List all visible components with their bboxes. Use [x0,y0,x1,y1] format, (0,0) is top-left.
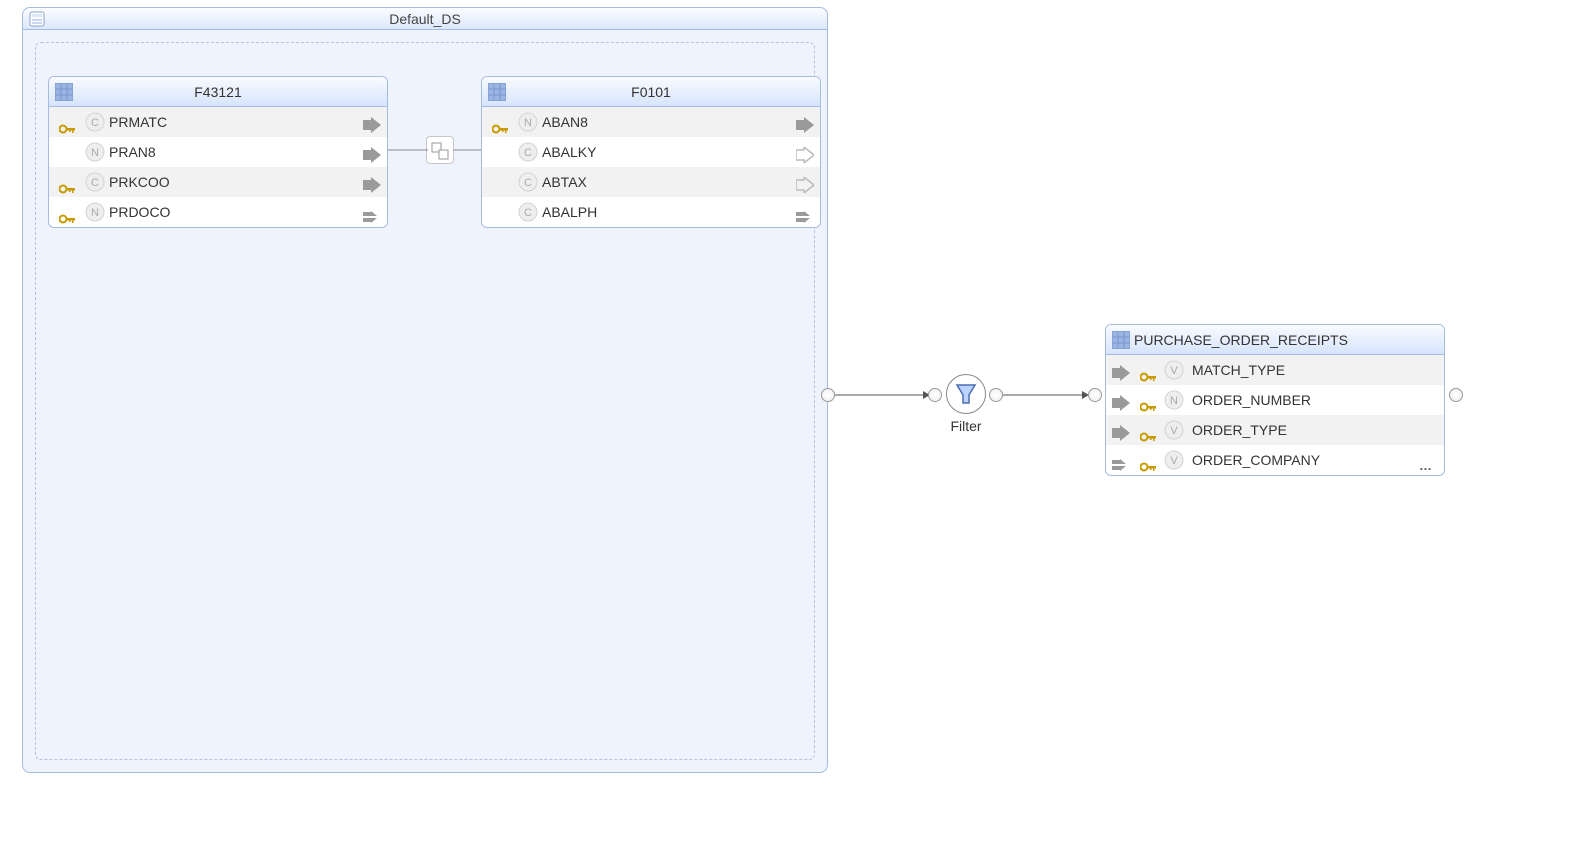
table-title: F0101 [631,84,671,100]
dataset-title: Default_DS [389,11,461,27]
table-header[interactable]: F43121 [49,77,387,107]
column-row[interactable]: N ABAN8 [482,107,820,137]
column-name: ORDER_TYPE [1192,415,1287,445]
dataset-output-port[interactable] [821,388,835,402]
arrow-out-icon [363,147,381,163]
key-icon [492,123,510,135]
arrow-in-icon [1112,395,1130,411]
column-name: ORDER_COMPANY [1192,445,1320,475]
dataset-icon [29,11,45,27]
column-row[interactable]: V MATCH_TYPE [1106,355,1444,385]
arrow-in-icon [1112,365,1130,381]
key-icon [1140,401,1158,413]
column-row[interactable]: V ORDER_COMPANY [1106,445,1444,475]
column-row[interactable]: N ORDER_NUMBER [1106,385,1444,415]
datatype-icon: C [518,202,538,222]
key-icon [59,213,77,225]
target-input-port[interactable] [1088,388,1102,402]
arrow-out-icon [363,211,381,223]
column-name: ABALPH [542,197,597,227]
datatype-icon: N [1164,390,1184,410]
arrow-in-icon [1112,459,1130,471]
svg-text:C: C [524,147,532,159]
svg-text:N: N [91,207,99,219]
column-name: PRAN8 [109,137,156,167]
column-name: ABAN8 [542,107,588,137]
datatype-icon: C [518,142,538,162]
dataset-container[interactable]: Default_DS F43121 CPRMATCNPRAN8CPRKCOONP… [22,7,828,773]
filter-output-port[interactable] [989,388,1003,402]
join-icon [430,141,450,161]
arrow-out-icon [796,177,814,193]
source-table-2[interactable]: F0101 N ABAN8 C ABALKY C ABTAX C ABALPH [481,76,821,228]
arrow-in-icon [1112,425,1130,441]
arrow-out-icon [796,211,814,223]
datatype-icon: C [518,172,538,192]
key-icon [59,123,77,135]
svg-text:C: C [524,207,532,219]
svg-text:N: N [524,117,532,129]
column-name: MATCH_TYPE [1192,355,1285,385]
diagram-canvas[interactable]: Default_DS F43121 CPRMATCNPRAN8CPRKCOONP… [0,0,1570,854]
svg-text:V: V [1170,425,1178,437]
key-icon [59,183,77,195]
datatype-icon: N [85,142,105,162]
source-table-1[interactable]: F43121 C PRMATC N PRAN8 C PRKCOO N PRDOCO [48,76,388,228]
svg-text:V: V [1170,455,1178,467]
svg-text:C: C [524,177,532,189]
column-row[interactable]: C ABALPH [482,197,820,227]
connector-ds-filter [835,390,930,402]
arrow-out-icon [796,117,814,133]
datatype-icon: C [85,112,105,132]
column-row[interactable]: V ORDER_TYPE [1106,415,1444,445]
svg-text:V: V [1170,365,1178,377]
connector-filter-target [1003,390,1089,402]
column-row[interactable]: N PRDOCO [49,197,387,227]
arrow-out-icon [363,117,381,133]
join-node[interactable] [426,136,454,164]
column-name: ORDER_NUMBER [1192,385,1311,415]
funnel-icon [953,381,979,407]
column-row[interactable]: C ABTAX [482,167,820,197]
column-name: PRDOCO [109,197,170,227]
dataset-header[interactable]: Default_DS [23,8,827,30]
key-icon [1140,461,1158,473]
table-icon [55,83,73,101]
arrow-out-icon [363,177,381,193]
svg-text:N: N [91,147,99,159]
column-name: PRMATC [109,107,167,137]
table-header[interactable]: PURCHASE_ORDER_RECEIPTS [1106,325,1444,355]
column-row[interactable]: C PRMATC [49,107,387,137]
key-icon [1140,431,1158,443]
datatype-icon: C [85,172,105,192]
datatype-icon: V [1164,360,1184,380]
more-indicator: … [1419,458,1434,473]
table-title: PURCHASE_ORDER_RECEIPTS [1134,332,1348,348]
datatype-icon: V [1164,450,1184,470]
filter-input-port[interactable] [928,388,942,402]
target-output-port[interactable] [1449,388,1463,402]
column-name: PRKCOO [109,167,170,197]
column-name: ABALKY [542,137,596,167]
arrow-out-icon [796,147,814,163]
datatype-icon: N [518,112,538,132]
key-icon [1140,371,1158,383]
datatype-icon: V [1164,420,1184,440]
target-table[interactable]: PURCHASE_ORDER_RECEIPTS V MATCH_TYPE N ORDE… [1105,324,1445,476]
table-icon [1112,331,1130,349]
svg-text:C: C [91,117,99,129]
column-row[interactable]: N PRAN8 [49,137,387,167]
table-header[interactable]: F0101 [482,77,820,107]
column-name: ABTAX [542,167,587,197]
filter-label: Filter [941,418,991,434]
column-row[interactable]: C ABALKY [482,137,820,167]
svg-text:C: C [91,177,99,189]
svg-text:N: N [1170,395,1178,407]
table-icon [488,83,506,101]
column-row[interactable]: C PRKCOO [49,167,387,197]
datatype-icon: N [85,202,105,222]
table-title: F43121 [194,84,241,100]
filter-node[interactable] [946,374,986,414]
